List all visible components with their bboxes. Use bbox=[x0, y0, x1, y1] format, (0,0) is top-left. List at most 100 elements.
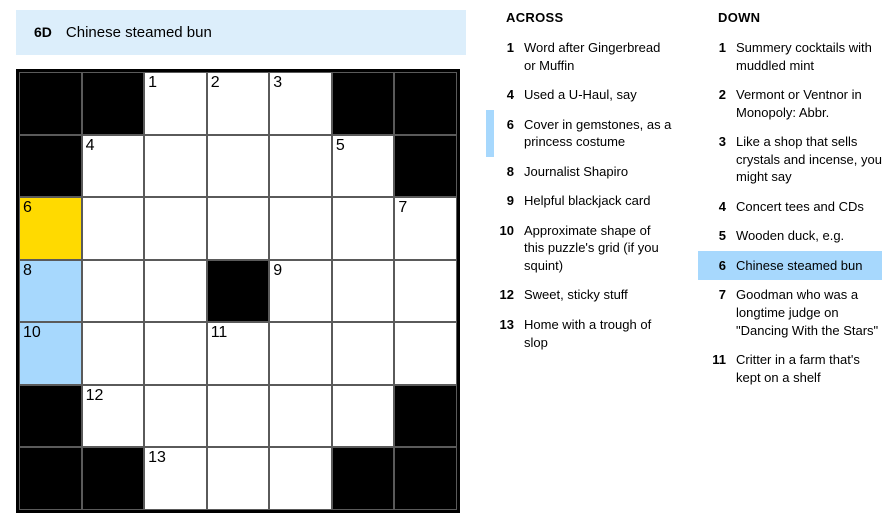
grid-cell[interactable] bbox=[207, 385, 270, 448]
grid-cell[interactable] bbox=[332, 322, 395, 385]
down-clue-1[interactable]: 1Summery cocktails with muddled mint bbox=[698, 33, 882, 80]
across-clue-4[interactable]: 4Used a U-Haul, say bbox=[486, 80, 678, 110]
grid-cell[interactable]: 6 bbox=[19, 197, 82, 260]
down-clue-2[interactable]: 2 Vermont or Ventnor in Monopoly: Abbr. bbox=[698, 80, 882, 127]
clue-number: 10 bbox=[494, 222, 514, 275]
across-clue-8[interactable]: 8Journalist Shapiro bbox=[486, 157, 678, 187]
clue-number: 12 bbox=[494, 286, 514, 304]
grid-cell[interactable] bbox=[394, 260, 457, 323]
clue-number: 2 bbox=[706, 86, 726, 121]
across-clue-1[interactable]: 1Word after Gingerbread or Muffin bbox=[486, 33, 678, 80]
clue-number: 11 bbox=[706, 351, 726, 386]
black-square bbox=[207, 260, 270, 323]
grid-cell[interactable] bbox=[144, 260, 207, 323]
grid-cell[interactable] bbox=[144, 197, 207, 260]
grid-cell[interactable]: 7 bbox=[394, 197, 457, 260]
grid-cell[interactable] bbox=[269, 447, 332, 510]
clue-number: 9 bbox=[494, 192, 514, 210]
cell-number: 4 bbox=[86, 137, 95, 155]
cell-number: 10 bbox=[23, 324, 41, 342]
down-clue-list[interactable]: 1Summery cocktails with muddled mint 2 Ver… bbox=[698, 33, 882, 493]
clue-text: Goodman who was a longtime judge on "Dan… bbox=[736, 286, 882, 339]
across-title: ACROSS bbox=[486, 10, 678, 25]
clue-number: 4 bbox=[706, 198, 726, 216]
grid-cell[interactable] bbox=[269, 197, 332, 260]
down-clue-4[interactable]: 4 Concert tees and CDs bbox=[698, 192, 882, 222]
grid-cell[interactable] bbox=[144, 322, 207, 385]
cell-number: 5 bbox=[336, 137, 345, 155]
down-clue-3[interactable]: 3Like a shop that sells crystals and inc… bbox=[698, 127, 882, 192]
grid-cell[interactable] bbox=[332, 260, 395, 323]
clue-number: 1 bbox=[494, 39, 514, 74]
black-square bbox=[394, 72, 457, 135]
across-clue-10[interactable]: 10Approximate shape of this puzzle's gri… bbox=[486, 216, 678, 281]
black-square bbox=[394, 135, 457, 198]
grid-cell[interactable] bbox=[207, 135, 270, 198]
grid-cell[interactable] bbox=[144, 385, 207, 448]
black-square bbox=[19, 447, 82, 510]
grid-cell[interactable]: 5 bbox=[332, 135, 395, 198]
cell-number: 1 bbox=[148, 74, 157, 92]
grid-cell[interactable]: 8 bbox=[19, 260, 82, 323]
grid-cell[interactable] bbox=[207, 197, 270, 260]
grid-cell[interactable] bbox=[332, 385, 395, 448]
crossword-grid[interactable]: 12345678910111213 bbox=[16, 69, 460, 513]
grid-cell[interactable] bbox=[82, 260, 145, 323]
grid-cell[interactable] bbox=[394, 322, 457, 385]
grid-cell[interactable] bbox=[332, 197, 395, 260]
clue-text: Chinese steamed bun bbox=[736, 257, 882, 275]
black-square bbox=[332, 72, 395, 135]
grid-cell[interactable] bbox=[269, 385, 332, 448]
cell-number: 13 bbox=[148, 449, 166, 467]
clue-text: Cover in gemstones, as a princess costum… bbox=[524, 116, 672, 151]
across-clue-9[interactable]: 9 Helpful blackjack card bbox=[486, 186, 678, 216]
cell-number: 12 bbox=[86, 387, 104, 405]
grid-cell[interactable] bbox=[144, 135, 207, 198]
clue-text: Approximate shape of this puzzle's grid … bbox=[524, 222, 672, 275]
down-column: DOWN 1Summery cocktails with muddled min… bbox=[698, 10, 882, 513]
down-clue-7[interactable]: 7Goodman who was a longtime judge on "Da… bbox=[698, 280, 882, 345]
grid-cell[interactable]: 3 bbox=[269, 72, 332, 135]
grid-cell[interactable]: 2 bbox=[207, 72, 270, 135]
across-clue-13[interactable]: 13Home with a trough of slop bbox=[486, 310, 678, 357]
cell-number: 8 bbox=[23, 262, 32, 280]
grid-cell[interactable] bbox=[269, 322, 332, 385]
across-clue-6[interactable]: 6Cover in gemstones, as a princess costu… bbox=[486, 110, 678, 157]
clue-text: Wooden duck, e.g. bbox=[736, 227, 882, 245]
black-square bbox=[19, 385, 82, 448]
clue-number: 3 bbox=[706, 133, 726, 186]
grid-cell[interactable] bbox=[269, 135, 332, 198]
clue-text: Journalist Shapiro bbox=[524, 163, 672, 181]
grid-cell[interactable] bbox=[82, 322, 145, 385]
down-clue-5[interactable]: 5 Wooden duck, e.g. bbox=[698, 221, 882, 251]
current-clue-text: Chinese steamed bun bbox=[66, 24, 212, 41]
clue-text: Concert tees and CDs bbox=[736, 198, 882, 216]
grid-cell[interactable]: 4 bbox=[82, 135, 145, 198]
grid-cell[interactable]: 11 bbox=[207, 322, 270, 385]
grid-cell[interactable]: 12 bbox=[82, 385, 145, 448]
black-square bbox=[394, 447, 457, 510]
current-clue-bar[interactable]: 6D Chinese steamed bun bbox=[16, 10, 466, 55]
clue-text: Vermont or Ventnor in Monopoly: Abbr. bbox=[736, 86, 882, 121]
cell-number: 9 bbox=[273, 262, 282, 280]
clue-number: 5 bbox=[706, 227, 726, 245]
cell-number: 11 bbox=[211, 324, 228, 342]
grid-cell[interactable]: 1 bbox=[144, 72, 207, 135]
cell-number: 7 bbox=[398, 199, 407, 217]
grid-cell[interactable]: 10 bbox=[19, 322, 82, 385]
clue-number: 6 bbox=[706, 257, 726, 275]
grid-cell[interactable] bbox=[82, 197, 145, 260]
clue-number: 7 bbox=[706, 286, 726, 339]
across-clue-list[interactable]: 1Word after Gingerbread or Muffin4Used a… bbox=[486, 33, 678, 493]
clue-text: Like a shop that sells crystals and ince… bbox=[736, 133, 882, 186]
across-clue-12[interactable]: 12Sweet, sticky stuff bbox=[486, 280, 678, 310]
black-square bbox=[82, 447, 145, 510]
grid-cell[interactable]: 13 bbox=[144, 447, 207, 510]
grid-cell[interactable]: 9 bbox=[269, 260, 332, 323]
clue-text: Helpful blackjack card bbox=[524, 192, 672, 210]
down-clue-11[interactable]: 11Critter in a farm that's kept on a she… bbox=[698, 345, 882, 392]
grid-cell[interactable] bbox=[207, 447, 270, 510]
cell-number: 3 bbox=[273, 74, 282, 92]
down-clue-6[interactable]: 6 Chinese steamed bun bbox=[698, 251, 882, 281]
clue-number: 4 bbox=[494, 86, 514, 104]
